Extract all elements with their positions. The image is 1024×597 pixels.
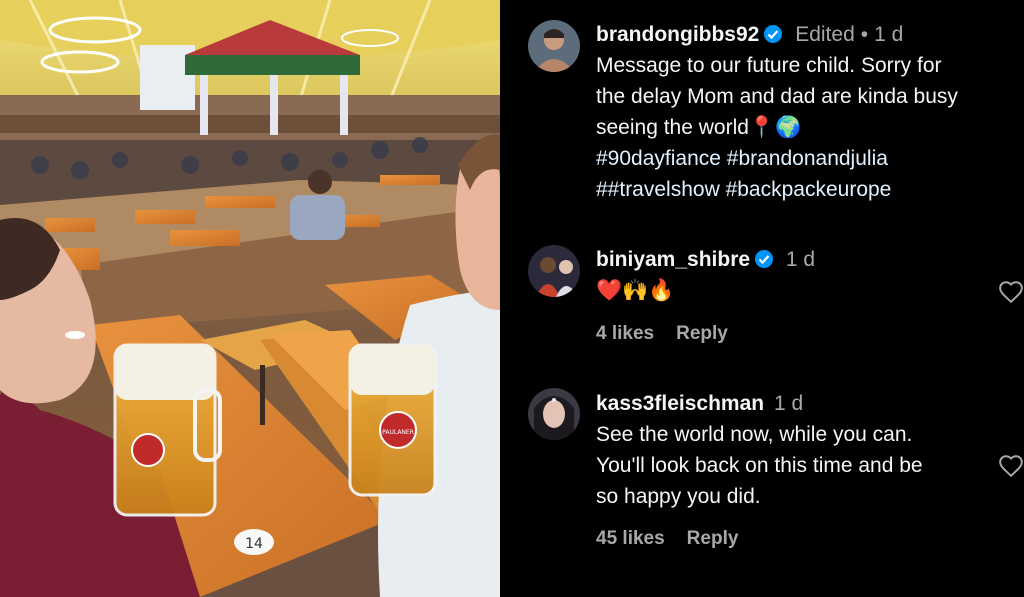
verified-badge-icon <box>755 250 774 268</box>
heart-icon[interactable] <box>998 279 1024 305</box>
hashtag-line[interactable]: ##travelshow #backpackeurope <box>596 174 1016 205</box>
edited-label: Edited <box>795 23 855 46</box>
comment-time: 1 d <box>874 23 904 46</box>
comment-time: 1 d <box>785 248 816 271</box>
comment-username[interactable]: biniyam_shibre <box>596 248 750 271</box>
hashtag-line[interactable]: #90dayfiance #brandonandjulia <box>596 143 1016 174</box>
comment-2-actions: 4 likes Reply <box>596 323 750 345</box>
comment-text-line: Message to our future child. Sorry for <box>596 54 942 77</box>
comments-panel: brandongibbs92 Edited • 1 d Message to our… <box>500 0 1024 597</box>
heart-icon[interactable] <box>998 453 1024 479</box>
comment-time: 1 d <box>773 392 804 415</box>
comment-text-line: so happy you did. <box>596 485 761 508</box>
comment-text-line: See the world now, while you can. <box>596 423 913 446</box>
likes-count[interactable]: 45 likes <box>596 528 665 549</box>
likes-count[interactable]: 4 likes <box>596 323 654 344</box>
avatar-biniyam_shibre[interactable] <box>528 245 580 297</box>
table-number: 14 <box>245 536 263 552</box>
beer-mug-left <box>113 343 222 517</box>
beer-hall-scene: 14 PAULANER <box>0 0 500 597</box>
avatar-kass3fleischman[interactable] <box>528 388 580 440</box>
reply-button[interactable]: Reply <box>687 528 739 549</box>
beer-mug-right: PAULANER <box>348 343 437 497</box>
reply-button[interactable]: Reply <box>676 323 728 344</box>
mug-brand: PAULANER <box>382 429 414 436</box>
verified-badge-icon <box>764 25 783 43</box>
comment-3: kass3fleischman 1 d See the world now, w… <box>596 388 1016 512</box>
post-photo: 14 PAULANER <box>0 0 500 597</box>
comment-text-line: seeing the world📍🌍 <box>596 116 802 139</box>
avatar-brandongibbs92[interactable] <box>528 20 580 72</box>
comment-username[interactable]: kass3fleischman <box>596 392 764 415</box>
comment-text: ❤️🙌🔥 <box>596 279 675 302</box>
comment-3-actions: 45 likes Reply <box>596 528 760 550</box>
comment-text-line: the delay Mom and dad are kinda busy <box>596 85 958 108</box>
separator-dot: • <box>860 23 869 46</box>
comment-text-line: You'll look back on this time and be <box>596 454 923 477</box>
comment-username[interactable]: brandongibbs92 <box>596 23 759 46</box>
comment-2: biniyam_shibre 1 d ❤️🙌🔥 <box>596 244 1016 306</box>
caption-comment: brandongibbs92 Edited • 1 d Message to our… <box>596 19 1016 205</box>
